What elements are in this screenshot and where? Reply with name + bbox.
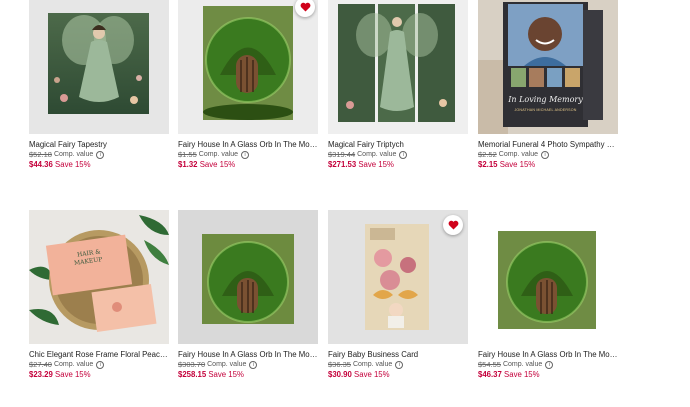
product-title[interactable]: Fairy House In A Glass Orb In The Mossy.… xyxy=(178,140,318,149)
original-price: $319.44 xyxy=(328,150,356,159)
product-image[interactable] xyxy=(29,0,169,134)
product-title[interactable]: Fairy Baby Business Card xyxy=(328,350,468,359)
sale-price: $271.53 xyxy=(328,160,357,169)
sale-price: $1.32 xyxy=(178,160,198,169)
product-title[interactable]: Magical Fairy Tapestry xyxy=(29,140,169,149)
comp-value-label: Comp. value xyxy=(207,361,247,368)
info-icon[interactable]: i xyxy=(241,150,250,159)
product-title[interactable]: Magical Fairy Triptych xyxy=(328,140,468,149)
info-icon[interactable]: i xyxy=(96,150,105,159)
info-icon[interactable]: i xyxy=(545,360,554,369)
product-title[interactable]: Memorial Funeral 4 Photo Sympathy Pra... xyxy=(478,140,618,149)
original-price: $36.35 xyxy=(328,360,351,369)
memorial-script-text: In Loving Memory xyxy=(508,95,583,104)
comp-value-label: Comp. value xyxy=(498,151,539,158)
product-card[interactable]: Magical Fairy Triptych $319.44 Comp. val… xyxy=(328,0,468,169)
sale-price-line: $46.37 Save 15% xyxy=(478,370,618,379)
product-image[interactable]: In Loving Memory JONATHAN MICHAEL ANDERS… xyxy=(478,0,618,134)
original-price: $2.52 xyxy=(478,150,497,159)
sale-price: $46.37 xyxy=(478,370,502,379)
save-percent: Save 15% xyxy=(55,370,91,379)
product-card[interactable]: In Loving Memory JONATHAN MICHAEL ANDERS… xyxy=(478,0,618,169)
sale-price: $44.36 xyxy=(29,160,53,169)
original-price: $52.18 xyxy=(29,150,52,159)
product-card[interactable]: Fairy Baby Business Card $36.35 Comp. va… xyxy=(328,210,468,379)
sale-price-line: $30.90 Save 15% xyxy=(328,370,468,379)
product-title[interactable]: Fairy House In A Glass Orb In The Mossy.… xyxy=(478,350,618,359)
comp-value-label: Comp. value xyxy=(502,361,543,368)
price-line: $319.44 Comp. value i xyxy=(328,150,468,159)
favorite-button[interactable] xyxy=(443,215,463,235)
original-price: $27.40 xyxy=(29,360,52,369)
price-line: $54.55 Comp. value i xyxy=(478,360,618,369)
product-image[interactable] xyxy=(328,0,468,134)
business-card-image xyxy=(29,210,169,344)
info-icon[interactable]: i xyxy=(249,360,258,369)
comp-value-label: Comp. value xyxy=(357,151,397,158)
product-title[interactable]: Chic Elegant Rose Frame Floral Peach F..… xyxy=(29,350,169,359)
memorial-name-text: JONATHAN MICHAEL ANDERSON xyxy=(514,108,577,112)
price-line: $52.18 Comp. value i xyxy=(29,150,169,159)
sale-price: $30.90 xyxy=(328,370,352,379)
save-percent: Save 15% xyxy=(55,160,91,169)
sale-price-line: $2.15 Save 15% xyxy=(478,160,618,169)
price-line: $27.40 Comp. value i xyxy=(29,360,169,369)
price-line: $303.70 Comp. value i xyxy=(178,360,318,369)
product-image[interactable] xyxy=(478,210,618,344)
product-image[interactable] xyxy=(178,210,318,344)
original-price: $303.70 xyxy=(178,360,206,369)
sale-price-line: $23.29 Save 15% xyxy=(29,370,169,379)
info-icon[interactable]: i xyxy=(96,360,105,369)
fairy-house-image xyxy=(178,210,318,344)
sale-price-line: $271.53 Save 15% xyxy=(328,160,468,169)
product-card[interactable]: Fairy House In A Glass Orb In The Mossy.… xyxy=(178,210,318,379)
price-line: $36.35 Comp. value i xyxy=(328,360,468,369)
fairy-house-image xyxy=(498,231,596,329)
save-percent: Save 15% xyxy=(499,160,536,169)
save-percent: Save 15% xyxy=(199,160,236,169)
original-price: $54.55 xyxy=(478,360,501,369)
fairy-triptych-image xyxy=(338,4,455,122)
comp-value-label: Comp. value xyxy=(53,361,94,368)
sale-price: $23.29 xyxy=(29,370,53,379)
heart-icon xyxy=(300,2,310,12)
info-icon[interactable]: i xyxy=(541,150,550,159)
save-percent: Save 15% xyxy=(504,370,540,379)
info-icon[interactable]: i xyxy=(399,150,408,159)
price-line: $2.52 Comp. value i xyxy=(478,150,618,159)
comp-value-label: Comp. value xyxy=(352,361,393,368)
product-card[interactable]: HAIR & MAKEUP Chic Elegant Rose Frame Fl… xyxy=(29,210,169,379)
heart-icon xyxy=(448,220,458,230)
sale-price-line: $258.15 Save 15% xyxy=(178,370,318,379)
comp-value-label: Comp. value xyxy=(198,151,239,158)
product-card[interactable]: Fairy House In A Glass Orb In The Mossy.… xyxy=(478,210,618,379)
save-percent: Save 15% xyxy=(354,370,390,379)
product-title[interactable]: Fairy House In A Glass Orb In The Mossy.… xyxy=(178,350,318,359)
info-icon[interactable]: i xyxy=(395,360,404,369)
product-card[interactable]: Fairy House In A Glass Orb In The Mossy.… xyxy=(178,0,318,169)
save-percent: Save 15% xyxy=(358,160,394,169)
original-price: $1.55 xyxy=(178,150,197,159)
save-percent: Save 15% xyxy=(208,370,244,379)
memorial-card-image xyxy=(478,0,618,134)
sale-price: $2.15 xyxy=(478,160,498,169)
sale-price-line: $44.36 Save 15% xyxy=(29,160,169,169)
fairy-house-image xyxy=(203,6,293,120)
comp-value-label: Comp. value xyxy=(53,151,94,158)
sale-price-line: $1.32 Save 15% xyxy=(178,160,318,169)
product-image[interactable]: HAIR & MAKEUP xyxy=(29,210,169,344)
product-image[interactable] xyxy=(178,0,318,134)
product-image[interactable] xyxy=(328,210,468,344)
fairy-tapestry-image xyxy=(48,13,149,114)
price-line: $1.55 Comp. value i xyxy=(178,150,318,159)
product-card[interactable]: Magical Fairy Tapestry $52.18 Comp. valu… xyxy=(29,0,169,169)
sale-price: $258.15 xyxy=(178,370,207,379)
